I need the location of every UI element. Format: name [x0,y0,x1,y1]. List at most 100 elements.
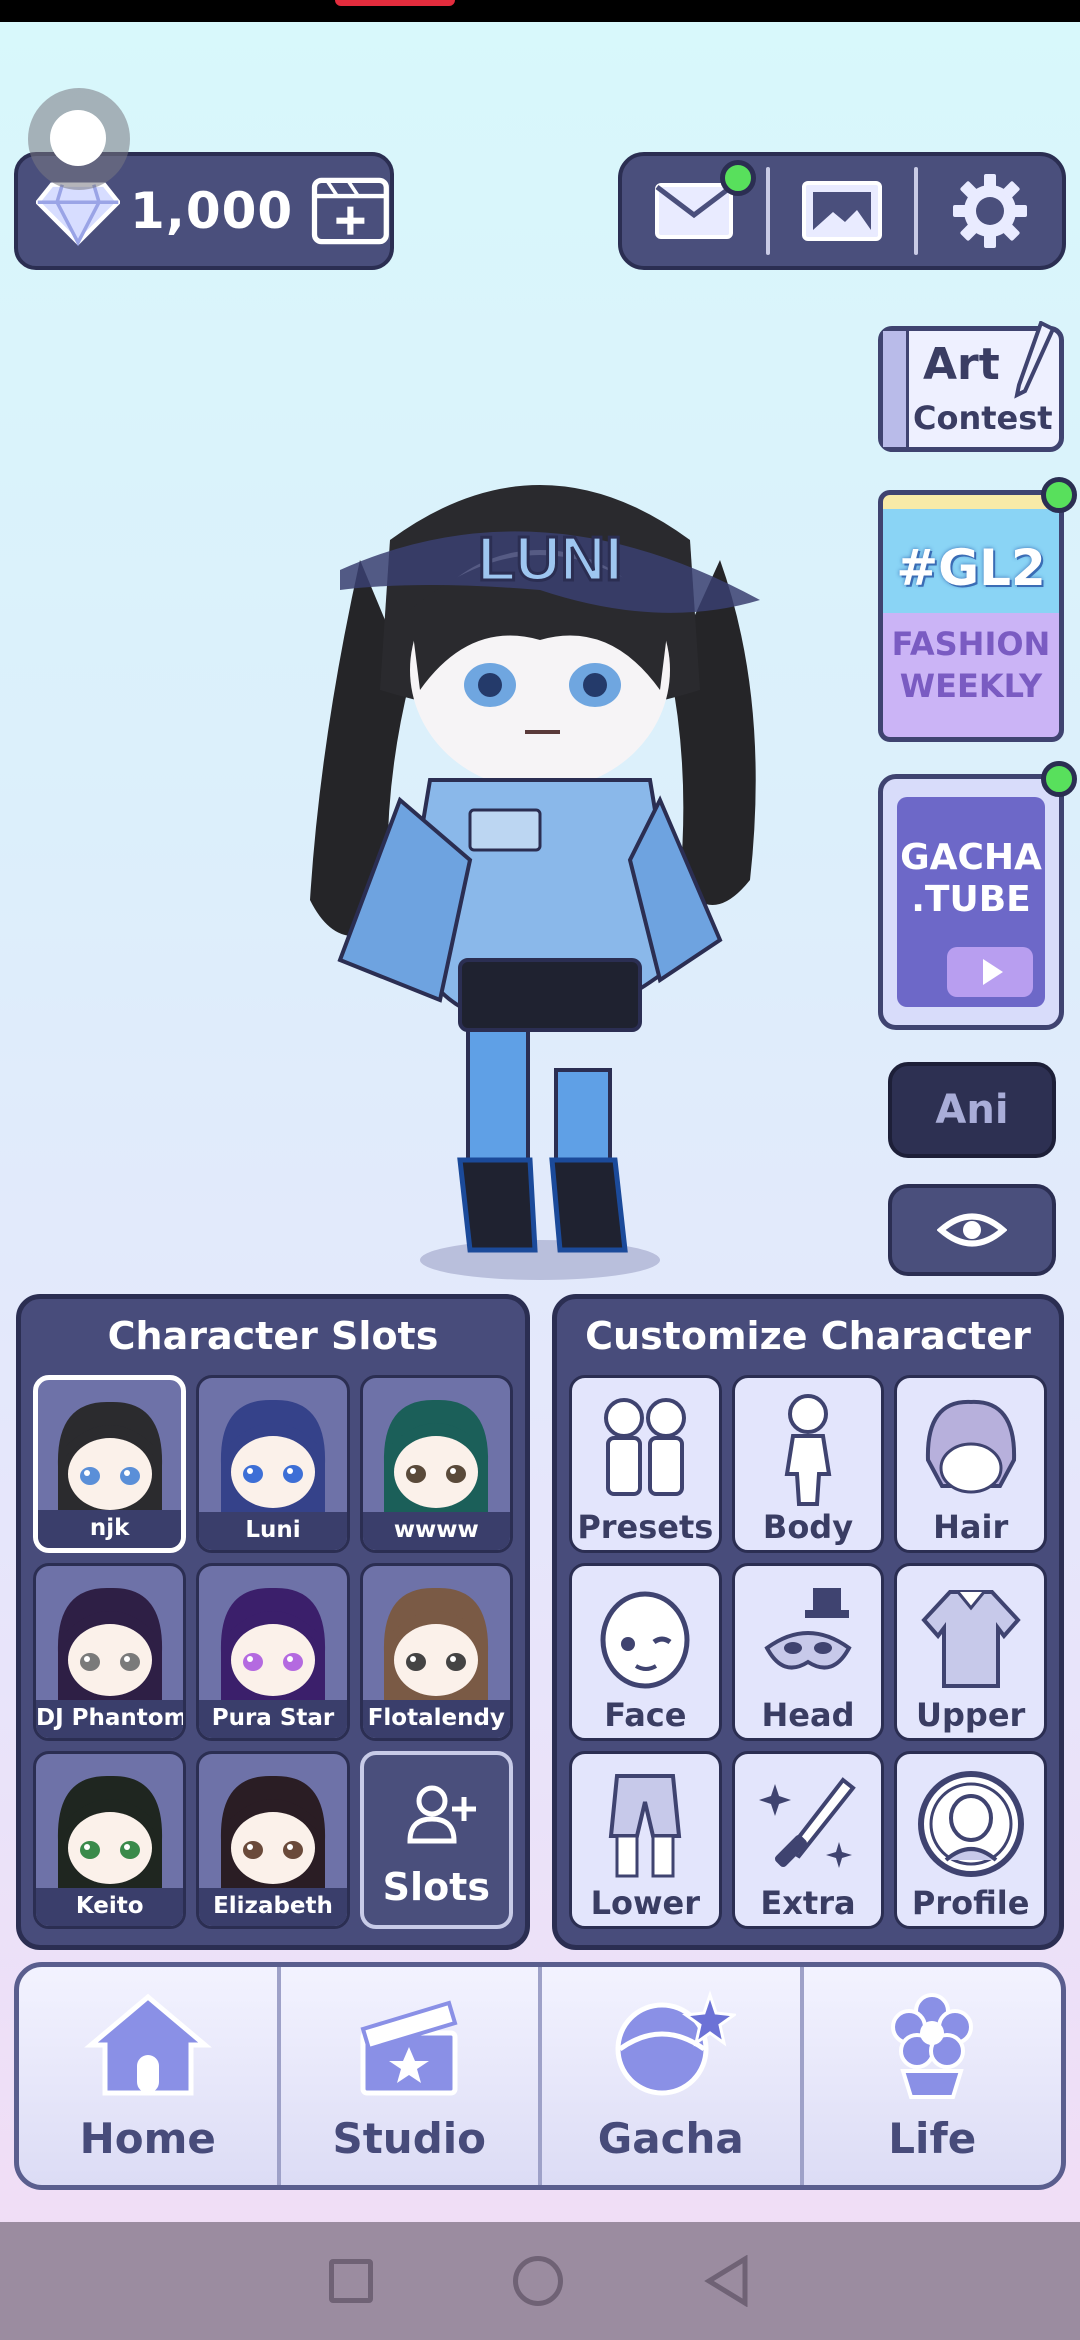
character-slot[interactable]: Luni [196,1375,350,1553]
character-slot-name: Elizabeth [199,1888,347,1926]
customize-grid: Presets Body Hair Face Head Upper Lower [567,1373,1049,1931]
play-icon [947,947,1033,997]
profile-button[interactable]: Profile [894,1751,1047,1929]
visibility-button[interactable] [888,1184,1056,1276]
character-slots-grid: njk Luni wwww DJ Phantom Pura Star Flota… [31,1373,515,1931]
profile-icon [917,1771,1024,1877]
extra-label: Extra [760,1884,856,1922]
fashion-weekly-title: FASHION WEEKLY [883,623,1059,707]
character-avatar [57,1401,162,1514]
gacha-tube-button[interactable]: GACHA .TUBE [878,761,1077,1030]
nav-studio-label: Studio [332,2114,487,2163]
head-label: Head [761,1696,855,1734]
tube-line2: .TUBE [911,879,1031,920]
character-avatar [57,1775,162,1888]
character-slot-name: njk [38,1510,182,1548]
character-slot[interactable]: Elizabeth [196,1751,350,1929]
character-avatar [384,1587,489,1700]
mail-button[interactable] [622,156,766,266]
customize-character-title: Customize Character [585,1314,1031,1358]
face-icon [600,1591,690,1689]
character-avatar [57,1587,162,1700]
character-slot-name: wwww [362,1512,510,1550]
nav-life-label: Life [888,2114,977,2163]
recording-indicator [335,0,455,6]
mail-notification-dot [720,160,756,196]
upper-label: Upper [916,1696,1026,1734]
weekly-label: WEEKLY [899,667,1043,705]
currency-amount: 1,000 [130,182,294,240]
character-preview[interactable]: LUNI [280,440,800,1300]
fashion-issue-label: #GL2 [896,539,1046,597]
character-slot[interactable]: Keito [33,1751,187,1929]
hair-icon [925,1399,1016,1494]
presets-label: Presets [577,1508,714,1546]
lower-button[interactable]: Lower [569,1751,722,1929]
nav-gacha-label: Gacha [597,2114,744,2163]
character-slot[interactable]: njk [33,1375,187,1553]
character-avatar [220,1775,326,1888]
eye-icon [937,1213,1007,1247]
presets-icon [604,1398,687,1496]
character-slot-name: Luni [199,1512,347,1550]
fashion-weekly-button[interactable]: #GL2 FASHION WEEKLY [878,477,1077,742]
customize-character-panel: Customize Character Presets Body Hair Fa… [552,1294,1064,1950]
flower-pot-icon [891,1993,974,2099]
bottom-navigation: Home Studio Gacha Life [14,1962,1066,2190]
upper-button[interactable]: Upper [894,1563,1047,1741]
fashion-label: FASHION [891,625,1051,663]
tube-title: GACHA .TUBE [897,837,1045,921]
face-button[interactable]: Face [569,1563,722,1741]
status-bar [0,0,1080,22]
art-contest-line1: Art [923,339,1000,390]
character-slot[interactable]: Pura Star [196,1563,350,1741]
gear-icon [953,174,1027,248]
add-slots-label: Slots [382,1865,490,1909]
shirt-icon [920,1590,1021,1688]
nav-life[interactable]: Life [799,1967,1062,2185]
house-icon [83,1993,212,2096]
tube-screen: GACHA .TUBE [897,797,1045,1007]
animation-button[interactable]: Ani [888,1062,1056,1158]
tube-notification-dot [1041,761,1077,797]
character-slot[interactable]: wwww [359,1375,513,1553]
hat-text: LUNI [478,525,623,594]
hair-button[interactable]: Hair [894,1375,1047,1553]
character-slot-name: Pura Star [199,1700,347,1738]
notebook-spine [883,331,909,447]
character-slot[interactable]: DJ Phantom [33,1563,187,1741]
profile-label: Profile [911,1884,1030,1922]
character-avatar [220,1399,326,1512]
recent-apps-icon[interactable] [329,2259,373,2303]
system-navigation-bar [0,2222,1080,2340]
presets-button[interactable]: Presets [569,1375,722,1553]
hair-label: Hair [933,1508,1009,1546]
character-slots-panel: Character Slots njk Luni wwww DJ Phantom… [16,1294,530,1950]
character-slot-name: DJ Phantom [36,1700,184,1738]
add-currency-icon[interactable] [311,170,390,252]
body-button[interactable]: Body [731,1375,885,1553]
art-contest-button[interactable]: Art Contest [878,321,1064,452]
sword-icon [758,1777,856,1868]
character-slot-name: Keito [36,1888,184,1926]
nav-home[interactable]: Home [19,1967,277,2185]
extra-button[interactable]: Extra [731,1751,885,1929]
fashion-notification-dot [1041,477,1077,513]
clapperboard-icon [360,2000,458,2096]
body-label: Body [762,1508,854,1546]
gallery-button[interactable] [770,156,914,266]
top-right-toolbar [618,152,1066,270]
nav-studio[interactable]: Studio [276,1967,539,2185]
lower-label: Lower [590,1884,701,1922]
character-slot-name: Flotalendy [362,1700,510,1738]
add-slots-button[interactable]: Slots [359,1751,513,1929]
nav-gacha[interactable]: Gacha [538,1967,800,2185]
art-contest-line2: Contest [913,399,1053,437]
floating-toggle-button[interactable] [28,88,130,190]
settings-button[interactable] [918,156,1062,266]
home-circle-icon[interactable] [513,2256,563,2306]
character-slot[interactable]: Flotalendy [359,1563,513,1741]
back-icon[interactable] [703,2255,751,2307]
head-button[interactable]: Head [731,1563,885,1741]
face-label: Face [604,1696,687,1734]
